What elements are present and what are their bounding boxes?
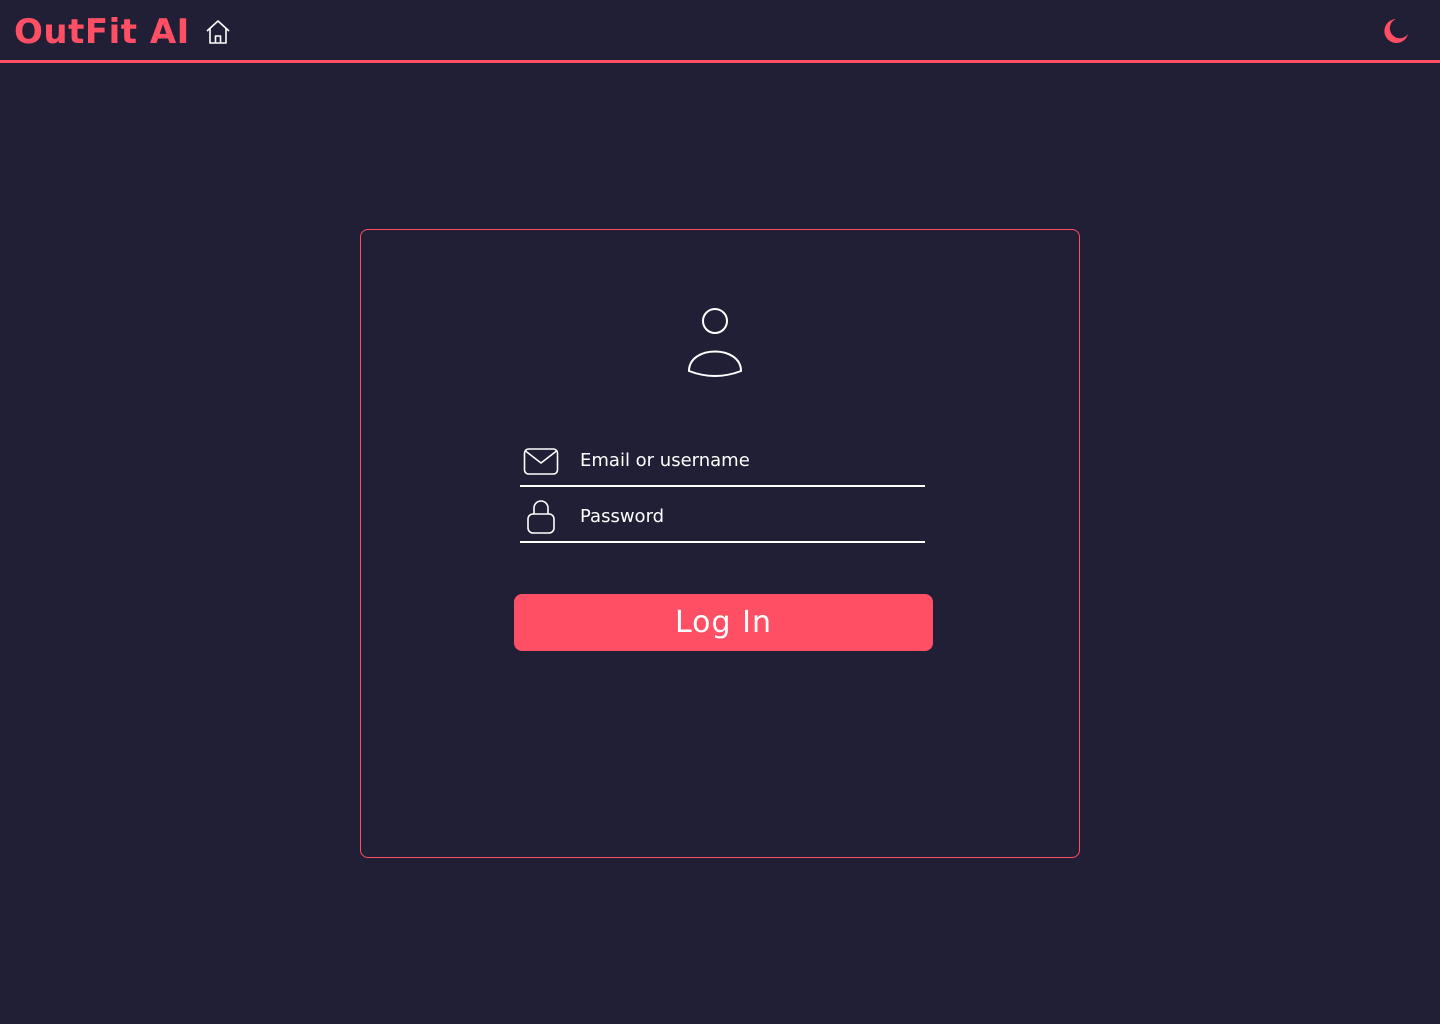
home-icon[interactable] bbox=[203, 17, 233, 47]
moon-icon[interactable] bbox=[1380, 16, 1410, 46]
email-field[interactable] bbox=[520, 439, 925, 487]
brand-logo[interactable]: OutFit AI bbox=[14, 10, 190, 54]
top-navbar: OutFit AI bbox=[0, 0, 1440, 63]
password-input[interactable] bbox=[580, 501, 915, 531]
login-button[interactable]: Log In bbox=[514, 594, 933, 651]
envelope-icon bbox=[523, 445, 559, 479]
user-icon bbox=[685, 305, 745, 377]
password-field[interactable] bbox=[520, 495, 925, 543]
lock-icon bbox=[526, 497, 556, 535]
email-input[interactable] bbox=[580, 445, 915, 475]
